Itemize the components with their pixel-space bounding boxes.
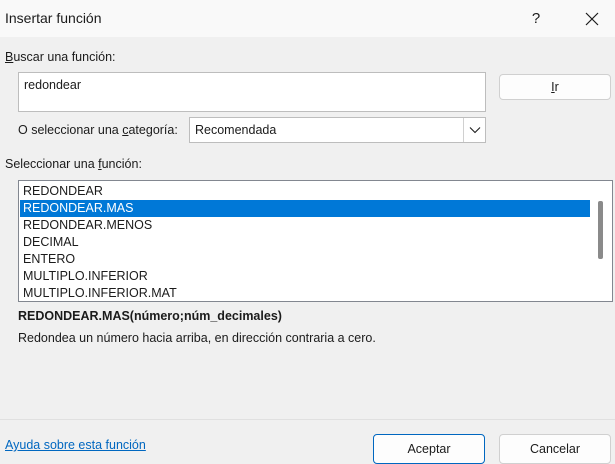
divider: [0, 419, 615, 420]
category-select[interactable]: Recomendada: [189, 117, 486, 143]
function-list[interactable]: REDONDEAR REDONDEAR.MAS REDONDEAR.MENOS …: [18, 180, 613, 302]
cancel-button[interactable]: Cancelar: [499, 434, 611, 464]
list-item[interactable]: REDONDEAR.MENOS: [20, 217, 590, 234]
ok-button[interactable]: Aceptar: [373, 434, 485, 464]
help-link[interactable]: Ayuda sobre esta función: [5, 438, 146, 452]
list-item[interactable]: MULTIPLO.INFERIOR.MAT: [20, 285, 590, 301]
title-bar: Insertar función ?: [0, 0, 615, 37]
list-item[interactable]: REDONDEAR: [20, 183, 590, 200]
scroll-thumb[interactable]: [598, 201, 603, 259]
window-title: Insertar función: [5, 10, 102, 26]
list-item[interactable]: ENTERO: [20, 251, 590, 268]
close-icon: [585, 12, 599, 25]
category-label: O seleccionar una categoría:: [18, 123, 178, 137]
list-item[interactable]: MULTIPLO.INFERIOR: [20, 268, 590, 285]
function-signature: REDONDEAR.MAS(número;núm_decimales): [18, 309, 282, 323]
list-item-selected[interactable]: REDONDEAR.MAS: [20, 200, 590, 217]
close-button[interactable]: [569, 0, 615, 37]
help-glyph: ?: [531, 10, 541, 27]
function-description: Redondea un número hacia arriba, en dire…: [18, 331, 376, 345]
search-label: Buscar una función:: [5, 50, 116, 64]
search-input[interactable]: redondear: [18, 72, 486, 112]
dropdown-arrow[interactable]: [463, 118, 485, 142]
function-list-label: Seleccionar una función:: [5, 157, 142, 171]
category-value: Recomendada: [195, 123, 277, 137]
scrollbar[interactable]: [590, 181, 612, 301]
chevron-down-icon: [469, 127, 480, 134]
list-item[interactable]: DECIMAL: [20, 234, 590, 251]
go-button[interactable]: Ir: [499, 74, 611, 100]
help-button[interactable]: ?: [513, 0, 559, 37]
